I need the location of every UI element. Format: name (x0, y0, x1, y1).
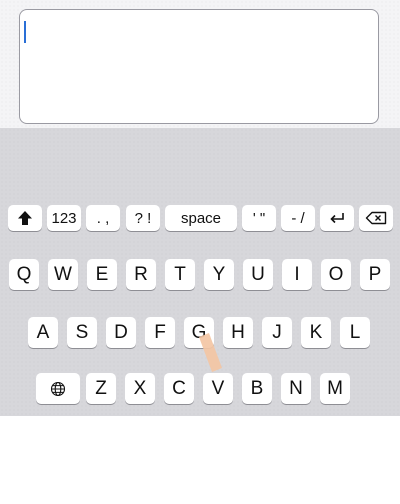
dash-slash-key[interactable]: - / (281, 205, 315, 231)
key-label: A (36, 322, 50, 343)
space-key[interactable]: space (165, 205, 237, 231)
key-label: R (134, 264, 148, 285)
key-f[interactable]: F (145, 317, 175, 348)
text-field[interactable] (19, 9, 379, 124)
key-label: I (294, 264, 300, 285)
key-label: T (174, 264, 186, 285)
key-label: B (250, 378, 264, 399)
key-k[interactable]: K (301, 317, 331, 348)
key-g[interactable]: G (184, 317, 214, 348)
globe-key[interactable] (36, 373, 80, 404)
period-comma-key[interactable]: . , (86, 205, 120, 231)
key-label: E (95, 264, 109, 285)
key-label: F (154, 322, 166, 343)
key-z[interactable]: Z (86, 373, 116, 404)
quotes-key-label: ' " (252, 209, 266, 227)
key-w[interactable]: W (48, 259, 78, 290)
return-key[interactable] (320, 205, 354, 231)
key-label: X (133, 378, 147, 399)
key-label: K (309, 322, 323, 343)
key-t[interactable]: T (165, 259, 195, 290)
key-label: L (349, 322, 361, 343)
key-m[interactable]: M (320, 373, 350, 404)
space-key-label: space (180, 209, 222, 227)
key-label: Z (95, 378, 107, 399)
key-o[interactable]: O (321, 259, 351, 290)
key-label: Q (16, 264, 32, 285)
key-s[interactable]: S (67, 317, 97, 348)
key-d[interactable]: D (106, 317, 136, 348)
text-input-area (0, 0, 400, 128)
key-v[interactable]: V (203, 373, 233, 404)
on-screen-keyboard: 123 . , ? ! space ' " - / Q W E R T Y U … (0, 128, 400, 416)
dash-slash-label: - / (291, 209, 305, 227)
return-icon (328, 211, 346, 225)
key-label: M (327, 378, 343, 399)
question-exclamation-label: ? ! (134, 209, 152, 227)
shift-key[interactable] (8, 205, 42, 231)
key-j[interactable]: J (262, 317, 292, 348)
key-n[interactable]: N (281, 373, 311, 404)
key-label: G (191, 322, 207, 343)
key-label: U (251, 264, 265, 285)
backspace-icon (365, 211, 387, 225)
numbers-key-label: 123 (51, 209, 77, 227)
key-label: D (114, 322, 128, 343)
backspace-key[interactable] (359, 205, 393, 231)
key-label: S (75, 322, 89, 343)
key-label: H (231, 322, 245, 343)
quotes-key[interactable]: ' " (242, 205, 276, 231)
key-label: W (54, 264, 72, 285)
key-label: Y (212, 264, 226, 285)
key-c[interactable]: C (164, 373, 194, 404)
key-r[interactable]: R (126, 259, 156, 290)
globe-icon (50, 381, 66, 397)
text-cursor (24, 21, 26, 43)
key-x[interactable]: X (125, 373, 155, 404)
key-label: N (289, 378, 303, 399)
key-e[interactable]: E (87, 259, 117, 290)
shift-arrow-icon (17, 210, 33, 226)
key-label: V (211, 378, 225, 399)
key-b[interactable]: B (242, 373, 272, 404)
key-a[interactable]: A (28, 317, 58, 348)
key-l[interactable]: L (340, 317, 370, 348)
key-label: C (172, 378, 186, 399)
key-u[interactable]: U (243, 259, 273, 290)
period-comma-label: . , (96, 209, 110, 227)
key-i[interactable]: I (282, 259, 312, 290)
question-exclamation-key[interactable]: ? ! (126, 205, 160, 231)
key-label: P (368, 264, 382, 285)
key-p[interactable]: P (360, 259, 390, 290)
key-label: J (272, 322, 282, 343)
key-q[interactable]: Q (9, 259, 39, 290)
numbers-key[interactable]: 123 (47, 205, 81, 231)
key-label: O (328, 264, 344, 285)
bottom-blank-area (0, 416, 400, 504)
key-h[interactable]: H (223, 317, 253, 348)
key-y[interactable]: Y (204, 259, 234, 290)
